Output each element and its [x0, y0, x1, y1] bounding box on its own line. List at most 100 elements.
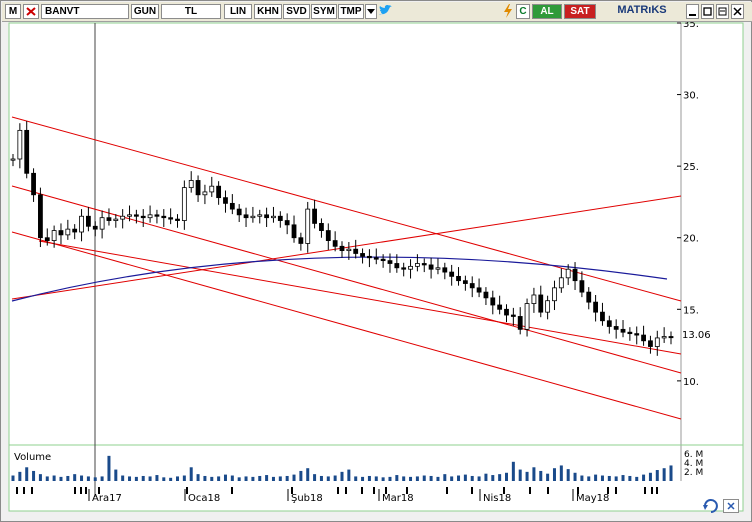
toolbar: M BANVT GUN TL LIN KHN SVD SYM TMP C AL … [2, 2, 752, 22]
candle-body [140, 215, 146, 219]
volume-bar [429, 475, 433, 481]
candle-body [325, 230, 331, 241]
candle-body [401, 267, 407, 270]
price-tick-label: 30. [683, 91, 699, 102]
candle-body [188, 180, 194, 189]
candle-body [387, 260, 393, 264]
event-marker [651, 487, 653, 494]
candle-body [435, 267, 441, 270]
price-tick-label: 25. [683, 162, 699, 173]
buy-button[interactable]: AL [532, 4, 562, 19]
volume-bar [306, 468, 310, 481]
restore-icon[interactable] [716, 4, 729, 19]
volume-bar [223, 474, 227, 481]
dropdown-arrow-icon[interactable] [365, 4, 377, 19]
volume-bar [354, 476, 358, 481]
candle-body [250, 215, 256, 219]
candle-body [531, 294, 537, 304]
volume-bar [422, 475, 426, 481]
svd-button[interactable]: SVD [283, 4, 310, 19]
candle-body [79, 215, 84, 233]
candle-body [380, 258, 386, 262]
volume-bar [409, 476, 413, 481]
candle-body [545, 300, 551, 313]
maximize-icon[interactable] [701, 4, 714, 19]
candle-body [353, 248, 359, 254]
event-marker [74, 487, 76, 494]
twitter-icon[interactable] [378, 4, 393, 19]
candle-body [223, 197, 228, 204]
volume-bar [525, 471, 529, 481]
volume-bar [361, 476, 365, 481]
candle-body [319, 223, 324, 231]
volume-bar [148, 476, 152, 481]
minimize-icon[interactable] [686, 4, 699, 19]
time-tick-label: Nis18 [483, 493, 511, 504]
candle-body [517, 316, 523, 330]
volume-bar [52, 475, 56, 481]
candle-body [586, 291, 592, 303]
volume-bar [196, 474, 200, 481]
volume-bar [552, 468, 556, 481]
candle-body [456, 275, 461, 282]
volume-bar [477, 476, 481, 481]
volume-bar [340, 471, 344, 481]
candle-body [72, 228, 78, 233]
candle-body [490, 297, 496, 306]
candle-body [552, 287, 557, 302]
candle-body [504, 308, 509, 316]
volume-bar [607, 475, 611, 481]
volume-bar [121, 475, 125, 481]
candle-body [641, 334, 646, 342]
candle-body [606, 320, 612, 327]
sell-button[interactable]: SAT [564, 4, 596, 19]
menu-button[interactable]: M [5, 4, 21, 19]
candle-body [264, 214, 270, 219]
close-icon[interactable] [23, 4, 39, 19]
lightning-icon[interactable] [501, 4, 515, 19]
period-button[interactable]: GUN [131, 4, 159, 19]
tmp-button[interactable]: TMP [338, 4, 364, 19]
candle-body [284, 220, 290, 226]
volume-bar [573, 472, 577, 481]
price-chart[interactable]: 35. 30. 25. 20. 15. 10. Ara17 Oca18 Şub18 Mar18 N… [1, 22, 751, 512]
volume-bar [395, 475, 399, 481]
refresh-button[interactable]: C [516, 4, 530, 19]
event-marker [446, 487, 448, 494]
volume-bar [73, 474, 77, 481]
candle-body [572, 268, 578, 282]
candle-body [634, 333, 640, 336]
volume-tick-2m: 2. M [684, 468, 703, 478]
symbol-input[interactable]: BANVT [41, 4, 129, 19]
volume-bar [313, 474, 317, 481]
panel-scroll-button[interactable] [723, 499, 739, 513]
window-close-icon[interactable] [731, 4, 744, 19]
volume-bar [155, 475, 159, 481]
candle-body [216, 185, 222, 199]
scale-button[interactable]: LIN [224, 4, 252, 19]
volume-bar [11, 475, 15, 481]
candle-body [127, 214, 132, 217]
volume-bar [594, 474, 598, 481]
volume-bar [381, 477, 385, 481]
khn-button[interactable]: KHN [254, 4, 282, 19]
time-tick-label: Oca18 [188, 493, 220, 504]
volume-bar [662, 468, 666, 481]
candle-body [408, 265, 413, 270]
volume-bar [278, 476, 282, 481]
event-marker [373, 487, 375, 494]
candle-body [373, 257, 379, 260]
volume-bar [59, 476, 63, 481]
volume-bar [134, 476, 138, 481]
sym-button[interactable]: SYM [311, 4, 337, 19]
currency-button[interactable]: TL [161, 4, 221, 19]
volume-bar [244, 476, 248, 481]
volume-bar [176, 476, 179, 481]
candle-body [524, 303, 530, 330]
candle-body [346, 248, 352, 252]
chart-options-icon[interactable] [701, 497, 721, 515]
candle-body [558, 277, 564, 289]
event-marker [471, 487, 473, 494]
volume-bar [169, 477, 173, 481]
candle-body [428, 264, 434, 270]
